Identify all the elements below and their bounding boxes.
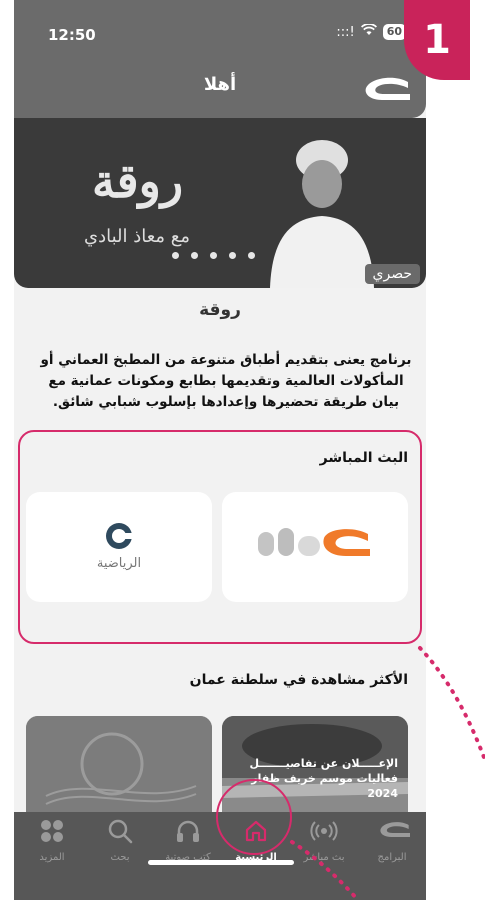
host-photo bbox=[270, 140, 374, 288]
music-artwork-image bbox=[26, 716, 212, 818]
banner-subtitle: مع معاذ البادي bbox=[84, 226, 190, 247]
carousel-dot[interactable] bbox=[210, 252, 217, 259]
featured-banner[interactable]: روقة مع معاذ البادي حصري bbox=[14, 118, 426, 288]
show-description: برنامج يعنى بتقديم أطباق متنوعة من المطب… bbox=[40, 352, 412, 410]
oman-logo-icon bbox=[358, 816, 426, 846]
nav-item-programs[interactable]: البرامج bbox=[358, 816, 426, 863]
nav-label: بحث bbox=[110, 852, 130, 863]
carousel-dot[interactable] bbox=[248, 252, 255, 259]
status-bar: 12:50 :::! 60 bbox=[14, 0, 426, 62]
nav-item-more[interactable]: المزيد bbox=[18, 816, 86, 863]
exclusive-badge: حصري bbox=[364, 264, 420, 284]
wifi-icon bbox=[360, 23, 377, 40]
search-icon bbox=[86, 816, 154, 846]
live-broadcast-icon bbox=[290, 816, 358, 846]
carousel-dot[interactable] bbox=[172, 252, 179, 259]
banner-title: روقة bbox=[92, 154, 184, 208]
nav-item-audiobooks[interactable]: كتب صوتية bbox=[154, 816, 222, 863]
nav-label: بث مباشر bbox=[303, 852, 345, 863]
more-grid-icon bbox=[18, 816, 86, 846]
home-indicator bbox=[148, 860, 294, 865]
show-title: روقة bbox=[199, 300, 241, 320]
headphones-icon bbox=[154, 816, 222, 846]
live-section-highlight bbox=[18, 430, 422, 644]
carousel-dots[interactable] bbox=[172, 252, 255, 259]
app-header: أهلا bbox=[14, 62, 426, 118]
oman-tv-logo-icon[interactable] bbox=[354, 76, 412, 110]
carousel-dot[interactable] bbox=[229, 252, 236, 259]
nav-item-live[interactable]: بث مباشر bbox=[290, 816, 358, 863]
home-tab-highlight bbox=[216, 779, 292, 855]
most-watched-item[interactable] bbox=[26, 716, 212, 818]
most-watched-heading: الأكثر مشاهدة في سلطنة عمان bbox=[189, 672, 408, 688]
nav-label: البرامج bbox=[377, 852, 407, 863]
nav-label: المزيد bbox=[39, 852, 65, 863]
carousel-dot[interactable] bbox=[191, 252, 198, 259]
nav-item-search[interactable]: بحث bbox=[86, 816, 154, 863]
signal-icon: :::! bbox=[336, 24, 355, 40]
battery-indicator: 60 bbox=[382, 24, 406, 40]
status-icons: :::! 60 bbox=[336, 23, 406, 40]
status-time: 12:50 bbox=[48, 26, 96, 44]
